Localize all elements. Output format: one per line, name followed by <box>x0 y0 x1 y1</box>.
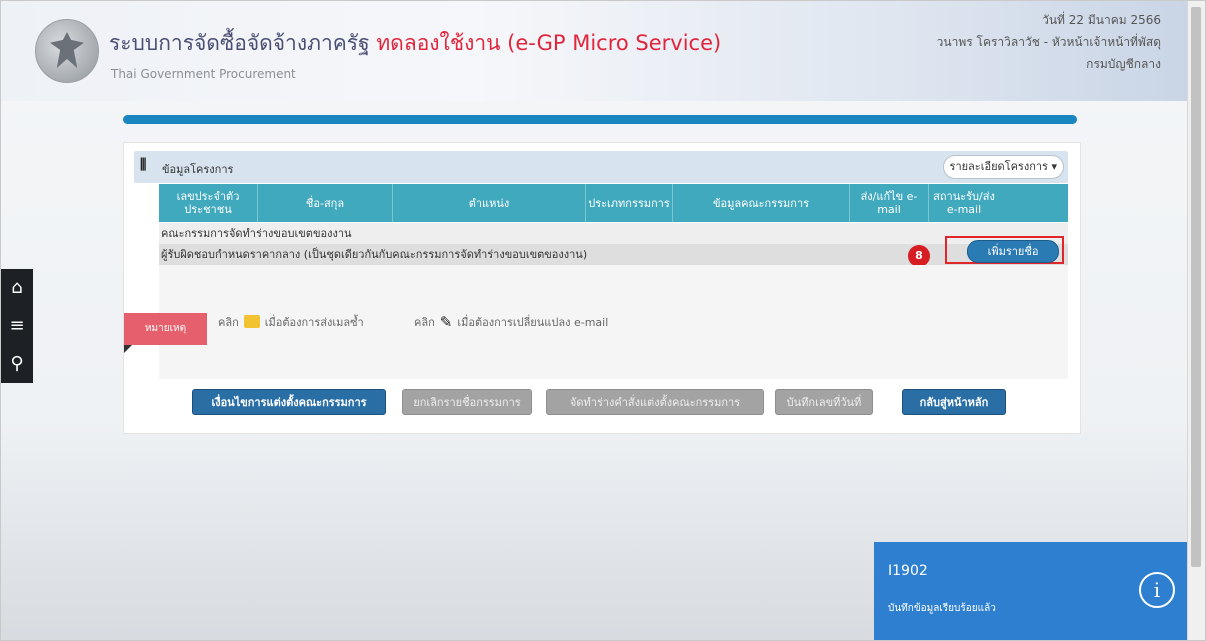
col-committee-type: ประเภทกรรมการ <box>586 184 673 222</box>
group-name: คณะกรรมการจัดทำร่างขอบเขตของงาน <box>161 227 352 240</box>
sliders-icon: ⫼ <box>140 157 147 173</box>
col-full-name: ชื่อ-สกุล <box>258 184 393 222</box>
search-icon[interactable]: ⚲ <box>1 345 33 383</box>
table-row: คณะกรรมการจัดทำร่างขอบเขตของงาน <box>159 223 1068 244</box>
group-name: ผู้รับผิดชอบกำหนดราคากลาง (เป็นชุดเดียวก… <box>161 248 588 261</box>
back-to-main-button[interactable]: กลับสู่หน้าหลัก <box>902 389 1006 415</box>
app-title-main: ระบบการจัดซื้อจัดจ้างภาครัฐ <box>109 31 370 55</box>
vertical-scrollbar[interactable] <box>1187 1 1205 640</box>
note-label: หมายเหตุ <box>124 313 207 345</box>
note-edit-text: เมื่อต้องการเปลี่ยนแปลง e-mail <box>457 316 609 329</box>
col-citizen-id: เลขประจำตัวประชาชน <box>159 184 258 222</box>
user-department: กรมบัญชีกลาง <box>1086 57 1161 71</box>
app-title: ระบบการจัดซื้อจัดจ้างภาครัฐ ทดลองใช้งาน … <box>109 27 721 60</box>
side-toolbar: ⌂ ≡ ⚲ <box>1 269 33 383</box>
save-number-date-button[interactable]: บันทึกเลขที่วันที่ <box>775 389 873 415</box>
browser-frame: ระบบการจัดซื้อจัดจ้างภาครัฐ ทดลองใช้งาน … <box>0 0 1206 641</box>
trial-label: ทดลองใช้งาน (e-GP Micro Service) <box>376 31 722 55</box>
scrollbar-thumb[interactable] <box>1191 7 1201 567</box>
note-click-text: คลิก <box>414 316 435 329</box>
col-email-status: สถานะรับ/ส่ง e-mail <box>933 190 995 216</box>
project-panel: ⫼ ข้อมูลโครงการ รายละเอียดโครงการ ▾ เลขป… <box>123 142 1081 434</box>
toast-message: บันทึกข้อมูลเรียบร้อยแล้ว <box>888 603 996 614</box>
draft-order-button[interactable]: จัดทำร่างคำสั่งแต่งตั้งคณะกรรมการ <box>546 389 764 415</box>
table-row: ผู้รับผิดชอบกำหนดราคากลาง (เป็นชุดเดียวก… <box>159 244 1068 265</box>
menu-icon[interactable]: ≡ <box>1 307 33 345</box>
note-edit-email: คลิก ✎ เมื่อต้องการเปลี่ยนแปลง e-mail <box>414 313 608 331</box>
cancel-committee-button[interactable]: ยกเลิกรายชื่อกรรมการ <box>402 389 532 415</box>
user-info: วันที่ 22 มีนาคม 2566 วนาพร โคราวิลาวัช … <box>937 9 1161 75</box>
toast-code: I1902 <box>888 563 928 579</box>
project-details-button[interactable]: รายละเอียดโครงการ ▾ <box>942 155 1064 179</box>
note-click-text: คลิก <box>218 316 239 329</box>
info-icon: i <box>1139 572 1175 608</box>
app-subtitle: Thai Government Procurement <box>111 67 296 81</box>
site-header: ระบบการจัดซื้อจัดจ้างภาครัฐ ทดลองใช้งาน … <box>1 1 1187 101</box>
user-name: วนาพร โคราวิลาวัช - หัวหน้าเจ้าหน้าที่พั… <box>936 35 1161 49</box>
home-icon[interactable]: ⌂ <box>1 269 33 307</box>
current-date: วันที่ 22 มีนาคม 2566 <box>1042 13 1161 27</box>
envelope-icon <box>243 315 260 328</box>
col-committee-info: ข้อมูลคณะกรรมการ <box>673 184 850 222</box>
header-accent-bar <box>123 115 1077 124</box>
col-position: ตำแหน่ง <box>393 184 586 222</box>
panel-title: ข้อมูลโครงการ <box>162 163 234 176</box>
notification-toast[interactable]: I1902 บันทึกข้อมูลเรียบร้อยแล้ว i <box>874 542 1187 640</box>
note-mail-text: เมื่อต้องการส่งเมลซ้ำ <box>264 316 364 329</box>
garuda-icon <box>50 32 84 68</box>
panel-title-bar: ⫼ ข้อมูลโครงการ รายละเอียดโครงการ ▾ <box>134 151 1068 183</box>
committee-table-header: เลขประจำตัวประชาชน ชื่อ-สกุล ตำแหน่ง ประ… <box>159 184 1068 222</box>
project-details-label: รายละเอียดโครงการ <box>949 160 1048 173</box>
note-label-tail <box>124 345 132 353</box>
committee-conditions-button[interactable]: เงื่อนไขการแต่งตั้งคณะกรรมการ <box>192 389 386 415</box>
caret-down-icon: ▾ <box>1051 160 1057 173</box>
garuda-logo <box>35 19 99 83</box>
edit-icon: ✎ <box>439 313 453 331</box>
step-marker: 8 <box>908 245 930 267</box>
add-member-button[interactable]: เพิ่มรายชื่อ <box>967 240 1059 263</box>
col-edit-email: ส่ง/แก้ไข e-mail <box>850 184 929 222</box>
note-resend-mail: คลิก เมื่อต้องการส่งเมลซ้ำ <box>218 313 364 331</box>
